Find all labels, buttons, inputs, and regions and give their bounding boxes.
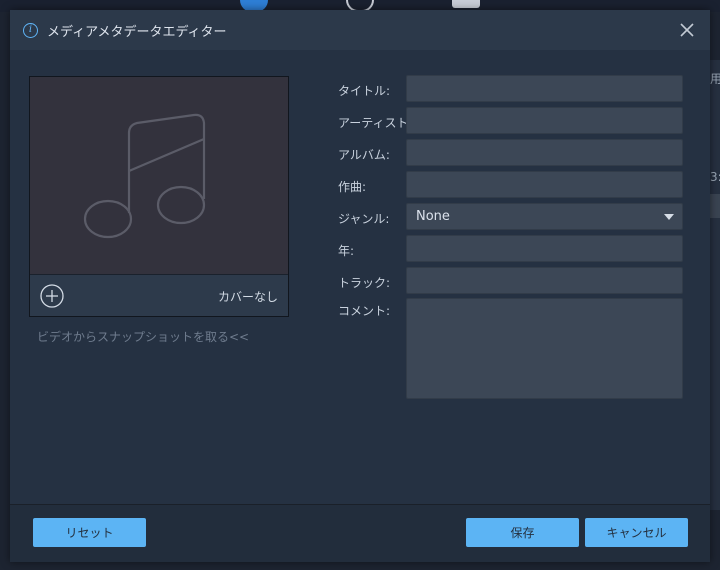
close-button[interactable] (678, 21, 696, 39)
composer-label: 作曲: (338, 180, 367, 194)
add-cover-button[interactable] (40, 284, 64, 308)
plus-circle-icon (40, 284, 64, 308)
artist-input[interactable] (406, 107, 683, 134)
year-label: 年: (338, 244, 355, 258)
comment-textarea[interactable] (406, 298, 683, 399)
genre-label: ジャンル: (338, 212, 390, 226)
title-input[interactable] (406, 75, 683, 102)
artist-label: アーティスト: (338, 116, 413, 130)
track-label: トラック: (338, 276, 391, 290)
dialog-title: メディアメタデータエディター (47, 24, 227, 40)
app-right-text-2: 3: (710, 170, 720, 184)
chevron-down-icon (664, 214, 674, 220)
save-button[interactable]: 保存 (466, 518, 579, 547)
genre-selected-value: None (416, 209, 450, 224)
metadata-editor-dialog: i メディアメタデータエディター カバーなし ビデオからスナップショットを取る<… (10, 10, 710, 562)
album-label: アルバム: (338, 148, 390, 162)
dialog-footer: リセット 保存 キャンセル (10, 505, 710, 562)
composer-input[interactable] (406, 171, 683, 198)
cancel-button[interactable]: キャンセル (585, 518, 688, 547)
music-note-icon (83, 113, 206, 239)
cover-toolbar: カバーなし (30, 274, 288, 316)
album-input[interactable] (406, 139, 683, 166)
app-right-text: 用 (710, 72, 720, 86)
info-icon: i (23, 22, 38, 38)
year-input[interactable] (406, 235, 683, 262)
title-label: タイトル: (338, 84, 391, 98)
genre-select[interactable]: None (406, 203, 683, 230)
reset-button[interactable]: リセット (33, 518, 146, 547)
comment-label: コメント: (338, 304, 391, 318)
close-icon (680, 23, 694, 37)
toolbox-tab-icon (452, 0, 480, 8)
cover-art-panel: カバーなし (29, 76, 289, 317)
no-cover-label: カバーなし (217, 290, 278, 304)
snapshot-from-video-link[interactable]: ビデオからスナップショットを取る<< (37, 328, 249, 345)
dialog-titlebar: i メディアメタデータエディター (10, 10, 710, 50)
track-input[interactable] (406, 267, 683, 294)
